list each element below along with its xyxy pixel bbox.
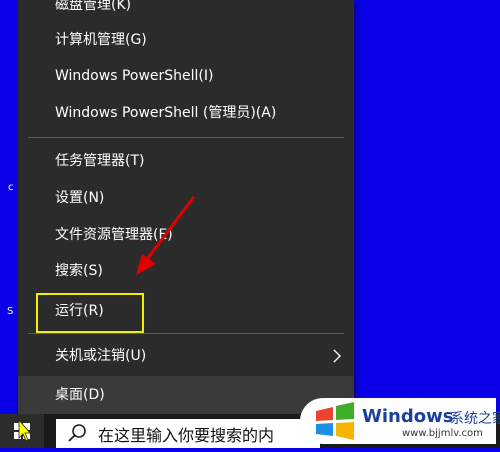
search-icon: [68, 424, 86, 442]
windows-flag-logo-icon: [316, 402, 354, 440]
chevron-right-icon: [333, 349, 341, 363]
menu-divider: [28, 137, 344, 138]
menu-item-powershell[interactable]: Windows PowerShell(I): [18, 57, 354, 95]
menu-item-shutdown-label: 关机或注销(U): [55, 348, 147, 364]
search-placeholder: 在这里输入你要搜索的内: [98, 426, 275, 445]
watermark-badge: Windows 系统之家 www.bjjmlv.com: [300, 398, 500, 444]
run-highlight-box: [36, 293, 144, 333]
taskbar-search-box[interactable]: 在这里输入你要搜索的内: [56, 419, 320, 448]
watermark-url: www.bjjmlv.com: [402, 428, 483, 439]
red-arrow-annotation: [136, 196, 195, 275]
menu-item-task-manager[interactable]: 任务管理器(T): [18, 142, 354, 180]
desktop-edge-label-s: S: [7, 306, 14, 317]
windows-logo-icon: [14, 418, 31, 442]
watermark-brand: Windows: [362, 406, 454, 427]
start-button[interactable]: [0, 414, 44, 448]
menu-item-powershell-admin[interactable]: Windows PowerShell (管理员)(A): [18, 94, 354, 132]
menu-divider: [28, 333, 344, 334]
desktop-edge-label-c: c: [8, 182, 14, 193]
menu-item-computer-management[interactable]: 计算机管理(G): [18, 21, 354, 59]
menu-item-shutdown-signout[interactable]: 关机或注销(U): [18, 337, 354, 375]
watermark-cn-text: 系统之家: [450, 411, 500, 427]
